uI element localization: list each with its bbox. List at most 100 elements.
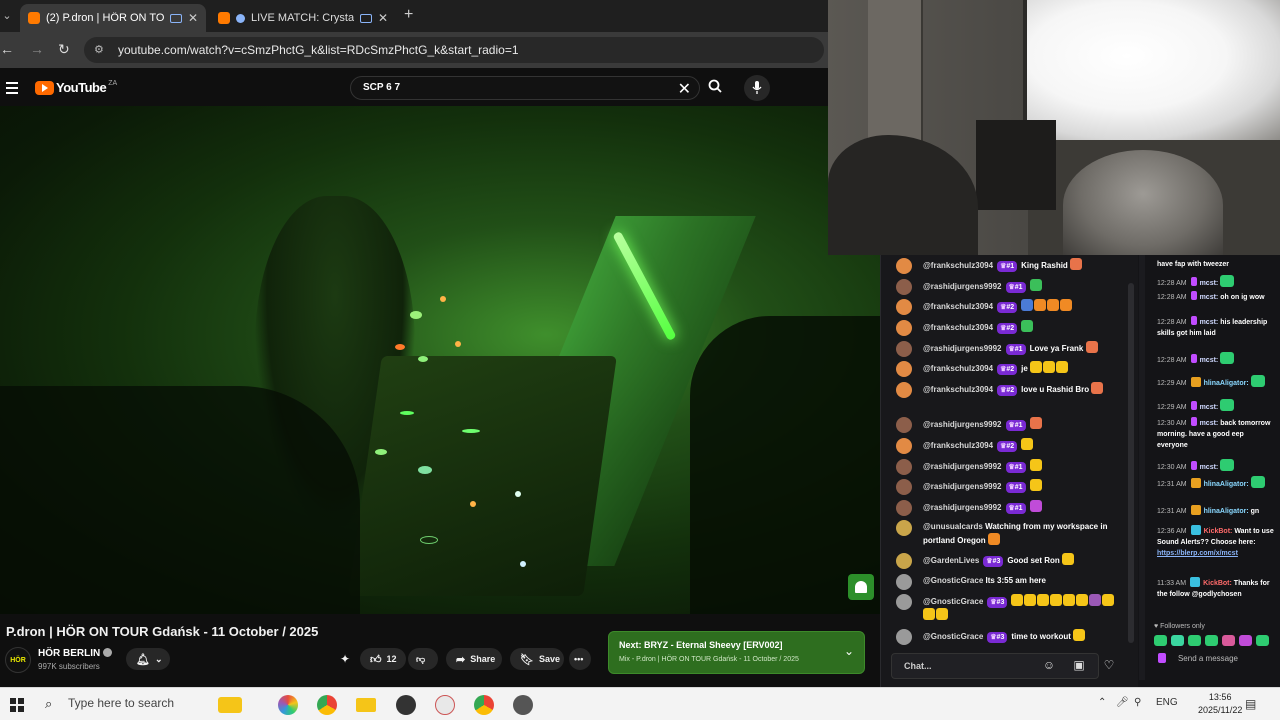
search-button[interactable] — [700, 76, 730, 100]
user-avatar[interactable] — [896, 279, 912, 295]
voice-search-button[interactable] — [744, 75, 770, 101]
user-avatar[interactable] — [896, 553, 912, 569]
user-avatar[interactable] — [896, 382, 912, 398]
menu-hamburger-icon[interactable] — [6, 82, 18, 97]
chat-username[interactable]: @frankschulz3094 — [923, 261, 993, 270]
share-button[interactable]: ➦ Share — [446, 648, 502, 670]
kick-username[interactable]: mcst: — [1200, 319, 1219, 326]
heart-icon[interactable]: ♡ — [1101, 657, 1117, 673]
user-avatar[interactable] — [896, 594, 912, 610]
kick-username[interactable]: mcst: — [1200, 280, 1219, 287]
app-icon[interactable] — [396, 695, 416, 715]
network-icon[interactable]: ⚲ — [1134, 697, 1141, 708]
channel-avatar[interactable]: HÖR — [5, 647, 31, 673]
video-notification-button[interactable] — [848, 574, 874, 600]
chat-username[interactable]: @GnosticGrace — [923, 597, 983, 606]
app-icon[interactable] — [513, 695, 533, 715]
chat-username[interactable]: @unusualcards — [923, 522, 983, 531]
subscribed-notifications-button[interactable]: 🔔︎ ⌄ — [126, 648, 170, 670]
message-link[interactable]: https://blerp.com/x/mcst — [1157, 550, 1238, 557]
taskbar-clock[interactable]: 13:56 2025/11/22 — [1198, 691, 1242, 717]
video-player[interactable] — [0, 106, 880, 614]
chat-username[interactable]: @GnosticGrace — [923, 576, 983, 585]
forward-arrow-icon[interactable]: → — [30, 41, 44, 57]
kick-username[interactable]: hlinaAligator: — [1204, 481, 1249, 488]
user-avatar[interactable] — [896, 479, 912, 495]
app-icon[interactable] — [435, 695, 455, 715]
chat-username[interactable]: @rashidjurgens9992 — [923, 503, 1002, 512]
chat-scrollbar[interactable] — [1128, 283, 1134, 643]
chat-username[interactable]: @frankschulz3094 — [923, 441, 993, 450]
file-explorer-icon[interactable] — [356, 698, 376, 712]
reload-icon[interactable]: ↻ — [58, 41, 70, 58]
sparkle-widget-icon[interactable] — [218, 697, 242, 713]
picture-in-picture-icon[interactable] — [169, 13, 182, 23]
picture-in-picture-icon[interactable] — [359, 13, 372, 23]
language-indicator[interactable]: ENG — [1156, 697, 1178, 708]
kick-username[interactable]: mcst: — [1200, 420, 1219, 427]
user-avatar[interactable] — [896, 629, 912, 645]
like-button[interactable]: 👍︎ 12 — [360, 648, 406, 670]
chat-username[interactable]: @rashidjurgens9992 — [923, 482, 1002, 491]
kick-chat-scrollbar[interactable] — [1139, 255, 1145, 680]
kick-username[interactable]: hlinaAligator: — [1204, 508, 1249, 515]
taskbar-search-input[interactable]: Type here to search — [68, 696, 174, 710]
chat-username[interactable]: @rashidjurgens9992 — [923, 282, 1002, 291]
kick-username[interactable]: hlinaAligator: — [1204, 380, 1249, 387]
kick-username[interactable]: mcst: — [1200, 294, 1219, 301]
chrome-icon[interactable] — [317, 695, 337, 715]
kick-username[interactable]: KickBot: — [1204, 528, 1233, 535]
more-actions-button[interactable]: ••• — [569, 648, 591, 670]
search-input[interactable]: SCP 6 7 ✕ — [350, 76, 700, 100]
kick-username[interactable]: mcst: — [1200, 464, 1219, 471]
site-settings-icon[interactable]: ⚙ — [94, 43, 108, 57]
chrome-icon[interactable] — [474, 695, 494, 715]
clear-search-icon[interactable]: ✕ — [678, 79, 691, 99]
chat-username[interactable]: @frankschulz3094 — [923, 364, 993, 373]
user-avatar[interactable] — [896, 417, 912, 433]
browser-tab-youtube[interactable]: (2) P.dron | HÖR ON TOUR ✕ — [20, 4, 206, 32]
chat-username[interactable]: @GnosticGrace — [923, 632, 983, 641]
windows-start-icon[interactable] — [10, 698, 24, 712]
chat-username[interactable]: @frankschulz3094 — [923, 385, 993, 394]
next-up-card[interactable]: Next: BRYZ - Eternal Sheevy [ERV002] Mix… — [608, 631, 865, 674]
tray-chevron-up-icon[interactable]: ⌃ — [1098, 697, 1106, 708]
app-icon[interactable] — [278, 695, 298, 715]
save-button[interactable]: 🔖︎ Save — [510, 648, 564, 670]
new-tab-button[interactable]: + — [404, 6, 413, 24]
gif-icon[interactable]: ▣ — [1071, 657, 1087, 673]
chat-username[interactable]: @frankschulz3094 — [923, 302, 993, 311]
chat-username[interactable]: @rashidjurgens9992 — [923, 420, 1002, 429]
microphone-icon[interactable]: 🎤︎ — [1116, 697, 1129, 708]
chat-username[interactable]: @rashidjurgens9992 — [923, 462, 1002, 471]
chat-input[interactable]: Chat... — [891, 653, 1099, 679]
user-avatar[interactable] — [896, 361, 912, 377]
kick-username[interactable]: mcst: — [1200, 404, 1219, 411]
close-tab-icon[interactable]: ✕ — [188, 11, 198, 25]
channel-name[interactable]: HÖR BERLIN — [38, 648, 113, 659]
tab-search-chevron-icon[interactable]: ⌄ — [0, 6, 14, 26]
effects-icon[interactable]: ✦ — [340, 652, 350, 666]
chat-username[interactable]: @rashidjurgens9992 — [923, 344, 1002, 353]
user-avatar[interactable] — [896, 459, 912, 475]
back-arrow-icon[interactable]: ← — [0, 41, 14, 57]
chevron-down-icon[interactable]: ⌄ — [844, 644, 854, 658]
user-avatar[interactable] — [896, 258, 912, 274]
user-avatar[interactable] — [896, 574, 912, 590]
emoji-icon[interactable]: ☺ — [1041, 657, 1057, 673]
user-avatar[interactable] — [896, 299, 912, 315]
dislike-button[interactable]: 👎︎ — [408, 648, 438, 670]
user-avatar[interactable] — [896, 500, 912, 516]
user-avatar[interactable] — [896, 320, 912, 336]
kick-username[interactable]: KickBot: — [1203, 580, 1232, 587]
chat-username[interactable]: @frankschulz3094 — [923, 323, 993, 332]
kick-username[interactable]: mcst: — [1200, 357, 1219, 364]
browser-tab-live-match[interactable]: LIVE MATCH: Crystal Pa ✕ — [210, 4, 396, 32]
url-bar[interactable]: ⚙ youtube.com/watch?v=cSmzPhctG_k&list=R… — [84, 37, 824, 63]
user-avatar[interactable] — [896, 438, 912, 454]
chat-username[interactable]: @GardenLives — [923, 556, 979, 565]
user-avatar[interactable] — [896, 520, 912, 536]
youtube-logo[interactable]: YouTube ZA — [35, 80, 117, 95]
send-message-input[interactable]: Send a message — [1154, 653, 1272, 679]
emote-bar[interactable] — [1154, 635, 1269, 646]
